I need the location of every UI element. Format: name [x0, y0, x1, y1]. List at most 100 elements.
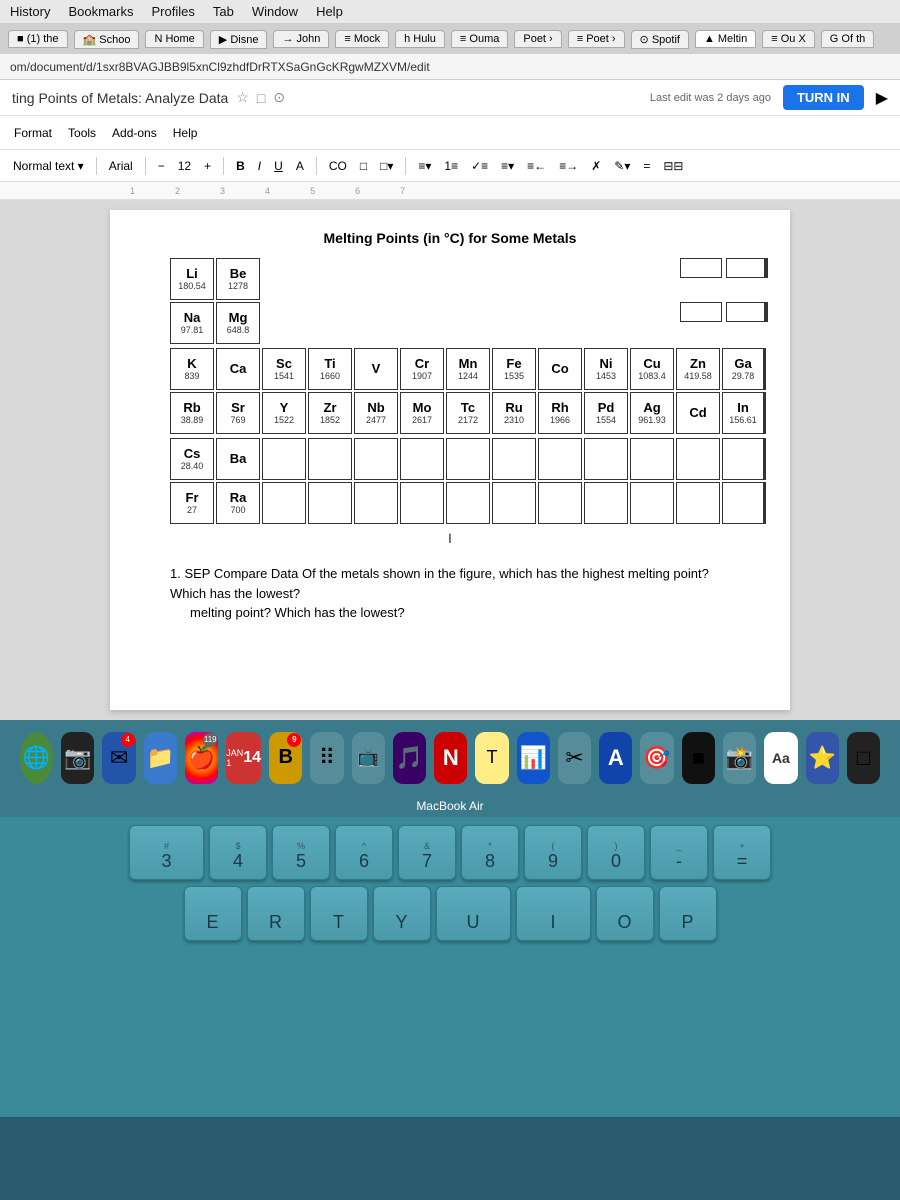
dock-n[interactable]: N	[434, 732, 467, 784]
dock-screenshot[interactable]: 📸	[723, 732, 756, 784]
tab-disne[interactable]: ▶ Disne	[210, 30, 268, 49]
fmt-list-check[interactable]: ✓≡	[466, 157, 493, 175]
fmt-underline[interactable]: U	[269, 157, 288, 175]
key-4[interactable]: $ 4	[209, 825, 267, 880]
cell-5-10	[584, 438, 628, 480]
dock-chart[interactable]: 📊	[517, 732, 550, 784]
fmt-clear[interactable]: ✗	[586, 157, 606, 175]
tab-1the[interactable]: ■ (1) the	[8, 30, 68, 48]
fmt-link[interactable]: CO	[324, 157, 352, 175]
fmt-font[interactable]: Arial	[104, 157, 138, 175]
expand-icon[interactable]: ▶	[876, 88, 888, 108]
key-r[interactable]: R	[247, 886, 305, 941]
dock-chrome[interactable]: 🌐	[20, 732, 53, 784]
key-8[interactable]: * 8	[461, 825, 519, 880]
menu-profiles[interactable]: Profiles	[151, 4, 194, 19]
dock-b[interactable]: B 9	[269, 732, 302, 784]
toolbar-format[interactable]: Format	[8, 124, 58, 142]
fmt-list[interactable]: ≡▾	[496, 157, 519, 175]
dock-black[interactable]: ■	[682, 732, 715, 784]
key-minus[interactable]: _ -	[650, 825, 708, 880]
key-e[interactable]: E	[184, 886, 242, 941]
fmt-comment[interactable]: □▾	[375, 157, 398, 175]
cell-li: Li 180.54	[170, 258, 214, 300]
spacer-r1-4	[400, 258, 444, 300]
dock-photos[interactable]: 🍎 119	[185, 732, 218, 784]
dock-finder[interactable]: 📁	[144, 732, 177, 784]
menu-bookmarks[interactable]: Bookmarks	[68, 4, 133, 19]
fmt-fontsize[interactable]: 12	[173, 157, 196, 175]
fmt-bold[interactable]: B	[231, 157, 250, 175]
tab-poet2[interactable]: ≡ Poet ›	[568, 30, 625, 48]
dock-target[interactable]: 🎯	[640, 732, 673, 784]
fmt-cols[interactable]: ⊟⊟	[658, 157, 688, 175]
tab-poet1[interactable]: Poet ›	[514, 30, 561, 48]
fmt-indent-right[interactable]: ≡→	[554, 157, 583, 175]
key-p[interactable]: P	[659, 886, 717, 941]
tab-spotify[interactable]: ⊙ Spotif	[631, 30, 689, 49]
pt-row-4: Rb 38.89 Sr 769 Y 1522 Zr 1852 Nb 2477	[170, 392, 730, 434]
menu-window[interactable]: Window	[252, 4, 298, 19]
tab-mock[interactable]: ≡ Mock	[335, 30, 389, 48]
fmt-normaltext[interactable]: Normal text ▾	[8, 157, 89, 175]
dock-music[interactable]: 🎵	[393, 732, 426, 784]
key-u[interactable]: U	[436, 886, 511, 941]
menu-help[interactable]: Help	[316, 4, 343, 19]
fmt-indent-left[interactable]: ≡←	[522, 157, 551, 175]
fmt-align[interactable]: ≡▾	[413, 157, 436, 175]
key-t[interactable]: T	[310, 886, 368, 941]
folder-icon[interactable]: □	[257, 90, 265, 106]
menu-tab[interactable]: Tab	[213, 4, 234, 19]
cloud-icon[interactable]: ⊙	[273, 89, 285, 106]
key-5[interactable]: % 5	[272, 825, 330, 880]
star-icon[interactable]: ☆	[236, 89, 249, 106]
key-0[interactable]: ) 0	[587, 825, 645, 880]
turn-in-button[interactable]: TURN IN	[783, 85, 864, 110]
dock-mail[interactable]: ✉ 4	[102, 732, 135, 784]
fmt-minus[interactable]: −	[153, 157, 170, 175]
tab-john[interactable]: → John	[273, 30, 329, 48]
url-text[interactable]: om/document/d/1sxr8BVAGJBB9l5xnCl9zhdfDr…	[10, 60, 430, 74]
spacer-r1-6	[492, 258, 536, 300]
toolbar-addons[interactable]: Add-ons	[106, 124, 163, 142]
fmt-linesp[interactable]: 1≡	[439, 157, 463, 175]
dock-items[interactable]: ⠿	[310, 732, 343, 784]
fmt-pencil[interactable]: ✎▾	[609, 157, 635, 175]
key-9[interactable]: ( 9	[524, 825, 582, 880]
key-6[interactable]: ^ 6	[335, 825, 393, 880]
fmt-italic[interactable]: I	[253, 157, 266, 175]
spacer-r2-7	[538, 302, 582, 344]
dock-jan[interactable]: JAN 1 14	[226, 732, 261, 784]
key-equal[interactable]: + =	[713, 825, 771, 880]
doc-toolbar: Format Tools Add-ons Help	[0, 116, 900, 150]
key-i[interactable]: I	[516, 886, 591, 941]
fmt-strikethrough[interactable]: A	[291, 157, 309, 175]
ruler-4: 4	[265, 186, 270, 196]
toolbar-tools[interactable]: Tools	[62, 124, 102, 142]
tab-ou[interactable]: ≡ Ou X	[762, 30, 815, 48]
dock-sq[interactable]: □	[847, 732, 880, 784]
tab-melting[interactable]: ▲ Meltin	[695, 30, 756, 48]
dock-cut[interactable]: ✂	[558, 732, 591, 784]
dock-a[interactable]: A	[599, 732, 632, 784]
dock-note[interactable]: T	[475, 732, 508, 784]
key-3[interactable]: # 3	[129, 825, 204, 880]
key-o[interactable]: O	[596, 886, 654, 941]
dock-aa[interactable]: Aa	[764, 732, 797, 784]
menu-history[interactable]: History	[10, 4, 50, 19]
dock-tv[interactable]: 📺	[352, 732, 385, 784]
fmt-eq[interactable]: =	[638, 157, 655, 175]
cell-6-5	[354, 482, 398, 524]
key-y[interactable]: Y	[373, 886, 431, 941]
fmt-plus[interactable]: +	[199, 157, 216, 175]
tab-schoo[interactable]: 🏫 Schoo	[74, 30, 140, 49]
tab-hulu[interactable]: h Hulu	[395, 30, 445, 48]
dock-camera[interactable]: 📷	[61, 732, 94, 784]
fmt-image[interactable]: □	[355, 157, 372, 175]
toolbar-help[interactable]: Help	[167, 124, 204, 142]
tab-home[interactable]: N Home	[145, 30, 203, 48]
dock-star[interactable]: ⭐	[806, 732, 839, 784]
key-7[interactable]: & 7	[398, 825, 456, 880]
tab-ouma[interactable]: ≡ Ouma	[451, 30, 508, 48]
tab-gofth[interactable]: G Of th	[821, 30, 874, 48]
